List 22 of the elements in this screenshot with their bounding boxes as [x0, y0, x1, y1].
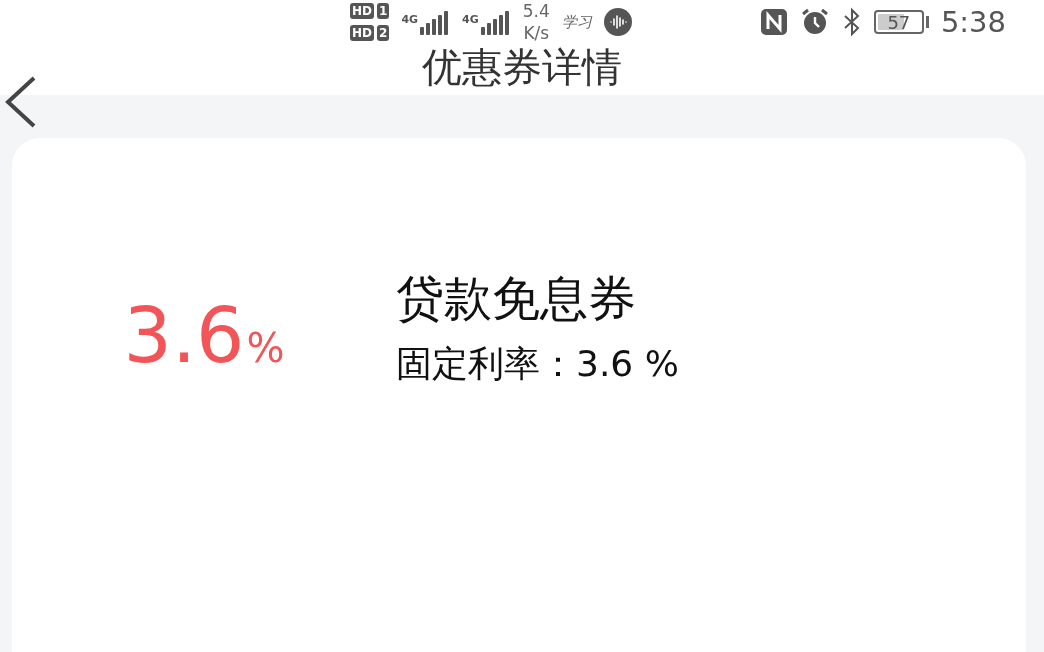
battery-percentage: 57: [887, 11, 911, 33]
sim-slot-badge: 2: [377, 25, 390, 41]
hd-badge: HD: [350, 3, 374, 19]
hd-badge: HD: [350, 25, 374, 41]
network-type: 4G: [462, 13, 479, 26]
back-button[interactable]: [4, 76, 38, 128]
alarm-clock-icon: [799, 7, 830, 37]
app-notification: 学习: [561, 12, 592, 32]
coupon-name: 贷款免息券: [396, 270, 637, 328]
clock-time: 5:38: [940, 5, 1006, 39]
speed-unit: K/s: [523, 22, 550, 44]
coupon-rate: 3.6: [123, 298, 245, 374]
rate-unit: %: [246, 325, 285, 371]
sound-wave-icon: [603, 8, 632, 36]
network-type: 4G: [401, 13, 419, 26]
network-speed: 5.4: [522, 0, 550, 22]
nfc-icon: [759, 8, 788, 36]
page-title: 优惠券详情: [422, 43, 622, 92]
coupon-detail: 固定利率：3.6 %: [396, 341, 679, 385]
signal-icon: [480, 9, 511, 35]
signal-icon: [420, 9, 451, 35]
sim-slot-badge: 1: [377, 3, 390, 19]
